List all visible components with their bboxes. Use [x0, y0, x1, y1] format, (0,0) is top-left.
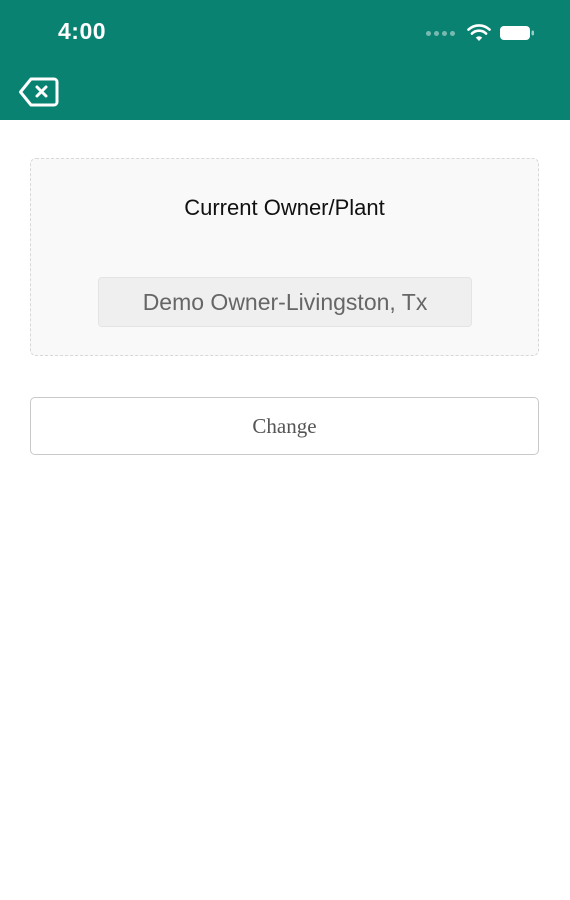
current-owner-value: Demo Owner-Livingston, Tx — [98, 277, 472, 327]
back-button[interactable] — [18, 76, 60, 108]
current-owner-card: Current Owner/Plant Demo Owner-Livingsto… — [30, 158, 539, 356]
backspace-x-icon — [19, 77, 59, 107]
battery-icon — [500, 26, 534, 40]
change-button[interactable]: Change — [30, 397, 539, 455]
wifi-icon — [467, 24, 491, 41]
status-bar-icons — [426, 22, 535, 44]
owner-card-title: Current Owner/Plant — [184, 195, 385, 220]
app-header: 4:00 — [0, 0, 570, 120]
cellular-signal-icon — [426, 30, 455, 36]
status-bar-time: 4:00 — [58, 18, 107, 44]
